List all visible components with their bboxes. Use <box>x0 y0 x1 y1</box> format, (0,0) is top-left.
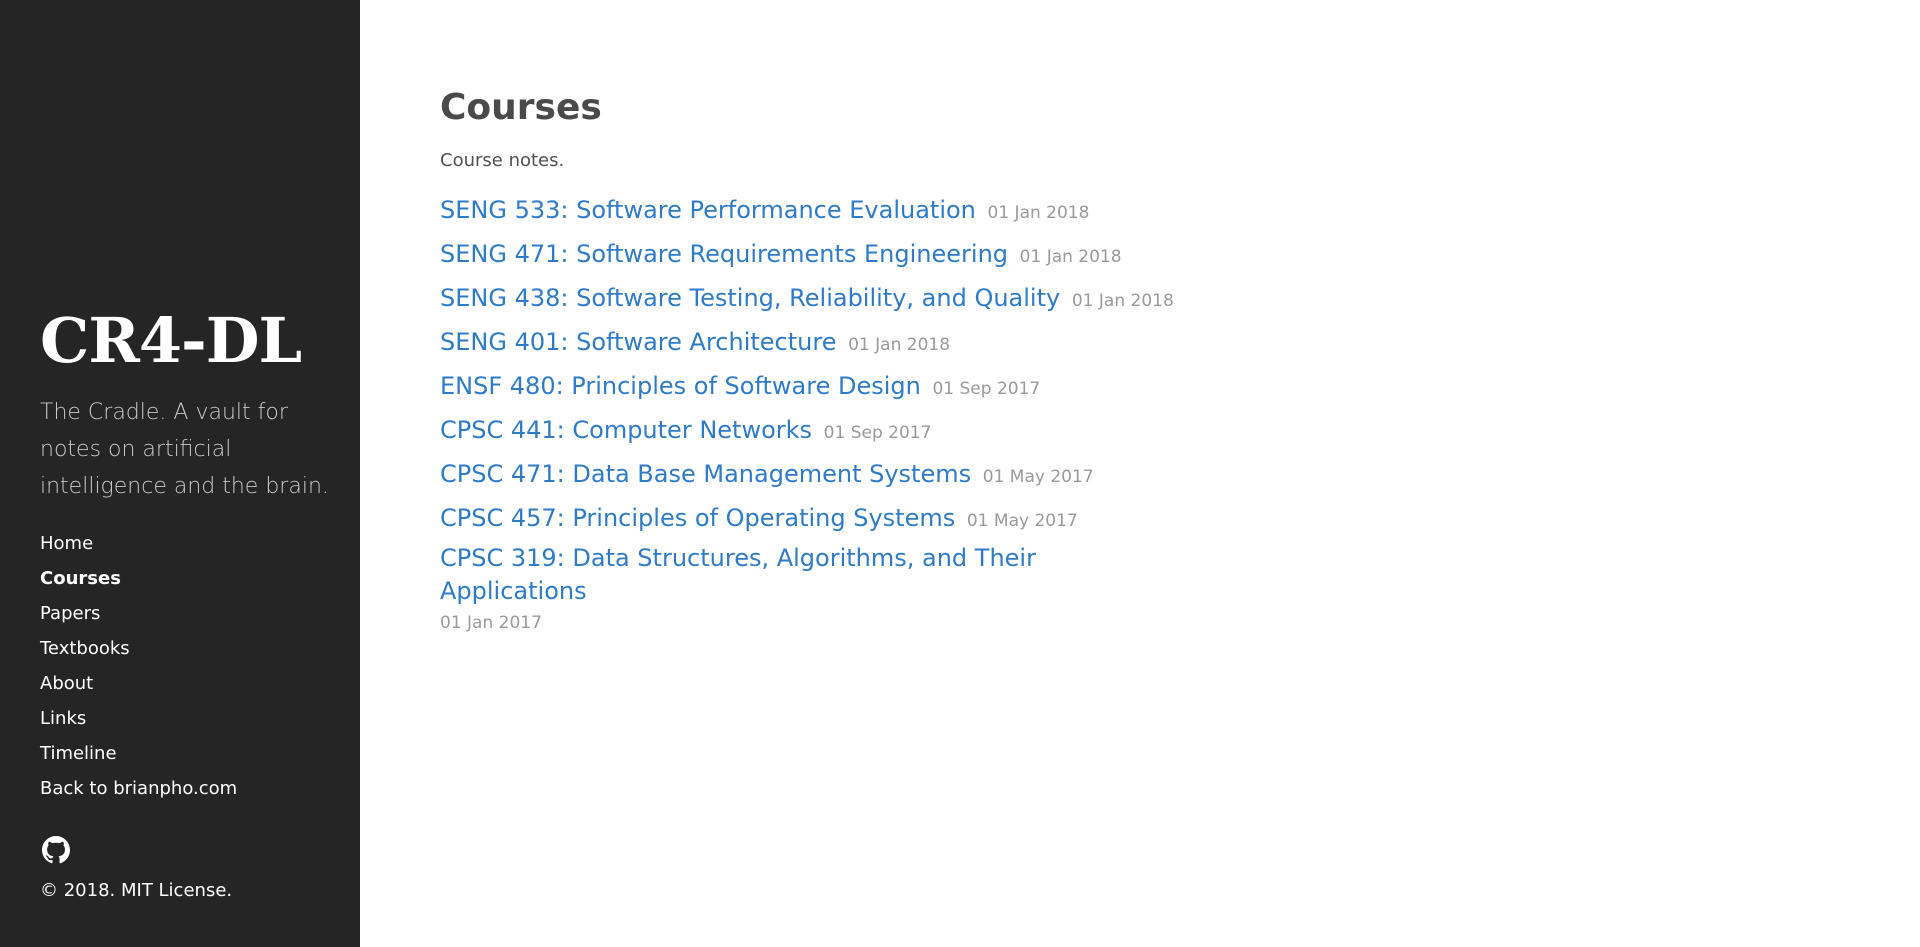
course-link[interactable]: SENG 533: Software Performance Evaluatio… <box>440 196 976 224</box>
site-brand[interactable]: CR4-DL <box>40 310 302 372</box>
course-date: 01 May 2017 <box>982 467 1094 487</box>
list-item: SENG 438: Software Testing, Reliability,… <box>440 278 1740 322</box>
github-icon-svg <box>42 836 70 864</box>
page-description: Course notes. <box>440 150 565 171</box>
list-item: ENSF 480: Principles of Software Design … <box>440 366 1740 410</box>
course-date: 01 May 2017 <box>966 511 1078 531</box>
course-date: 01 Sep 2017 <box>932 379 1041 399</box>
sidebar-item-papers[interactable]: Papers <box>40 603 100 624</box>
course-list: SENG 533: Software Performance Evaluatio… <box>440 190 1740 638</box>
course-date: 01 Jan 2017 <box>440 613 542 633</box>
course-link[interactable]: CPSC 471: Data Base Management Systems <box>440 460 971 488</box>
site-tagline: The Cradle. A vault for notes on artific… <box>40 400 329 499</box>
course-link[interactable]: CPSC 457: Principles of Operating System… <box>440 504 955 532</box>
sidebar-item-timeline[interactable]: Timeline <box>40 743 117 764</box>
sidebar-item-courses[interactable]: Courses <box>40 568 121 589</box>
course-link[interactable]: SENG 438: Software Testing, Reliability,… <box>440 284 1060 312</box>
github-icon[interactable] <box>42 836 70 864</box>
course-link[interactable]: ENSF 480: Principles of Software Design <box>440 372 921 400</box>
list-item: SENG 533: Software Performance Evaluatio… <box>440 190 1740 234</box>
sidebar-item-textbooks[interactable]: Textbooks <box>40 638 130 659</box>
sidebar-item-home[interactable]: Home <box>40 533 93 554</box>
list-item: CPSC 319: Data Structures, Algorithms, a… <box>440 542 1160 638</box>
list-item: CPSC 457: Principles of Operating System… <box>440 498 1740 542</box>
main-content: Courses Course notes. SENG 533: Software… <box>440 84 1740 638</box>
course-date: 01 Jan 2018 <box>1071 291 1174 311</box>
course-date: 01 Sep 2017 <box>823 423 932 443</box>
sidebar-item-back-to-brianpho[interactable]: Back to brianpho.com <box>40 778 237 799</box>
copyright-text: © 2018. MIT License. <box>40 880 233 901</box>
sidebar-nav: Home Courses Papers Textbooks About Link… <box>40 530 237 810</box>
course-date: 01 Jan 2018 <box>848 335 951 355</box>
course-date: 01 Jan 2018 <box>987 203 1090 223</box>
course-link[interactable]: SENG 471: Software Requirements Engineer… <box>440 240 1008 268</box>
course-link[interactable]: SENG 401: Software Architecture <box>440 328 836 356</box>
list-item: SENG 471: Software Requirements Engineer… <box>440 234 1740 278</box>
list-item: CPSC 471: Data Base Management Systems 0… <box>440 454 1740 498</box>
sidebar-item-links[interactable]: Links <box>40 708 86 729</box>
course-link[interactable]: CPSC 441: Computer Networks <box>440 416 812 444</box>
page-title: Courses <box>440 87 602 128</box>
course-date: 01 Jan 2018 <box>1019 247 1122 267</box>
sidebar: CR4-DL The Cradle. A vault for notes on … <box>0 0 360 947</box>
course-link[interactable]: CPSC 319: Data Structures, Algorithms, a… <box>440 544 1036 605</box>
list-item: CPSC 441: Computer Networks 01 Sep 2017 <box>440 410 1740 454</box>
sidebar-item-about[interactable]: About <box>40 673 93 694</box>
list-item: SENG 401: Software Architecture 01 Jan 2… <box>440 322 1740 366</box>
